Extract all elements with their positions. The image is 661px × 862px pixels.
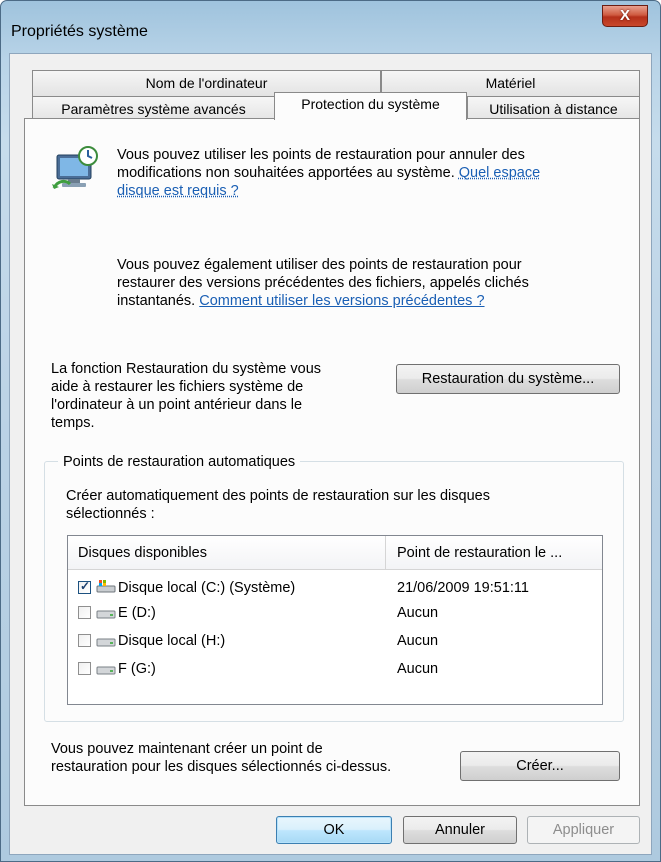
- disk-c-name: Disque local (C:) (Système): [118, 580, 296, 596]
- column-header-restore-point[interactable]: Point de restauration le ...: [397, 544, 562, 562]
- disk-g-checkbox[interactable]: [78, 662, 91, 675]
- apply-button[interactable]: Appliquer: [527, 816, 640, 844]
- system-restore-icon: [52, 146, 98, 189]
- disk-c-restore-point: 21/06/2009 19:51:11: [397, 580, 529, 596]
- restore-desc-line-3: l'ordinateur à un point antérieur dans l…: [51, 397, 303, 413]
- list-item-disk-h[interactable]: Disque local (H:) Aucun: [68, 629, 602, 653]
- intro-paragraph-2: Vous pouvez également utiliser des point…: [117, 256, 529, 310]
- system-restore-button[interactable]: Restauration du système...: [396, 364, 620, 394]
- create-button[interactable]: Créer...: [460, 751, 620, 781]
- create-description: Vous pouvez maintenant créer un point de…: [51, 740, 391, 776]
- create-desc-line-2: restauration pour les disques sélectionn…: [51, 759, 392, 775]
- disk-space-link-continued[interactable]: disque est requis ?: [117, 183, 239, 199]
- auto-desc-line-1: Créer automatiquement des points de rest…: [66, 488, 490, 504]
- drive-icon: [96, 666, 116, 675]
- disk-h-checkbox[interactable]: [78, 634, 91, 647]
- disk-d-name: E (D:): [118, 605, 156, 621]
- intro-p2-line-1: Vous pouvez également utiliser des point…: [117, 257, 522, 273]
- drive-icon: [96, 638, 116, 647]
- disk-space-link[interactable]: Quel espace: [459, 165, 540, 181]
- auto-restore-description: Créer automatiquement des points de rest…: [66, 487, 490, 523]
- group-title: Points de restauration automatiques: [58, 454, 301, 470]
- drive-icon: [96, 610, 116, 619]
- restore-desc-line-2: aide à restaurer les fichiers système de: [51, 379, 304, 395]
- ok-button[interactable]: OK: [276, 816, 392, 844]
- intro-p1-line-1: Vous pouvez utiliser les points de resta…: [117, 147, 525, 163]
- list-item-disk-d[interactable]: E (D:) Aucun: [68, 601, 602, 625]
- intro-paragraph-1: Vous pouvez utiliser les points de resta…: [117, 146, 540, 200]
- column-header-disks[interactable]: Disques disponibles: [78, 544, 207, 562]
- disk-d-checkbox[interactable]: [78, 606, 91, 619]
- disk-d-restore-point: Aucun: [397, 605, 439, 621]
- tab-system-protection[interactable]: Protection du système: [274, 92, 467, 120]
- disks-list[interactable]: Disques disponibles Point de restauratio…: [67, 535, 603, 705]
- intro-p2-line-2: restaurer des versions précédentes des f…: [117, 275, 529, 291]
- restore-desc-line-4: temps.: [51, 415, 95, 431]
- disk-h-restore-point: Aucun: [397, 633, 439, 649]
- list-item-disk-c[interactable]: Disque local (C:) (Système) 21/06/2009 1…: [68, 576, 602, 600]
- previous-versions-link[interactable]: Comment utiliser les versions précédente…: [199, 293, 484, 309]
- column-divider[interactable]: [385, 536, 386, 570]
- close-icon: X: [619, 7, 630, 24]
- restore-desc-line-1: La fonction Restauration du système vous: [51, 361, 322, 377]
- cancel-button[interactable]: Annuler: [403, 816, 517, 844]
- disk-h-name: Disque local (H:): [118, 633, 226, 649]
- list-header: Disques disponibles Point de restauratio…: [68, 536, 602, 570]
- intro-p2-line-3: instantanés.: [117, 293, 200, 309]
- close-button[interactable]: X: [602, 5, 648, 27]
- list-item-disk-g[interactable]: F (G:) Aucun: [68, 657, 602, 681]
- disk-g-name: F (G:): [118, 661, 156, 677]
- restore-description: La fonction Restauration du système vous…: [51, 360, 321, 432]
- system-drive-icon: [96, 580, 116, 593]
- disk-g-restore-point: Aucun: [397, 661, 439, 677]
- intro-p1-line-2: modifications non souhaitées apportées a…: [117, 165, 459, 181]
- auto-desc-line-2: sélectionnés :: [66, 506, 155, 522]
- create-desc-line-1: Vous pouvez maintenant créer un point de: [51, 741, 323, 757]
- window-title: Propriétés système: [11, 23, 148, 40]
- disk-c-checkbox[interactable]: [78, 579, 91, 594]
